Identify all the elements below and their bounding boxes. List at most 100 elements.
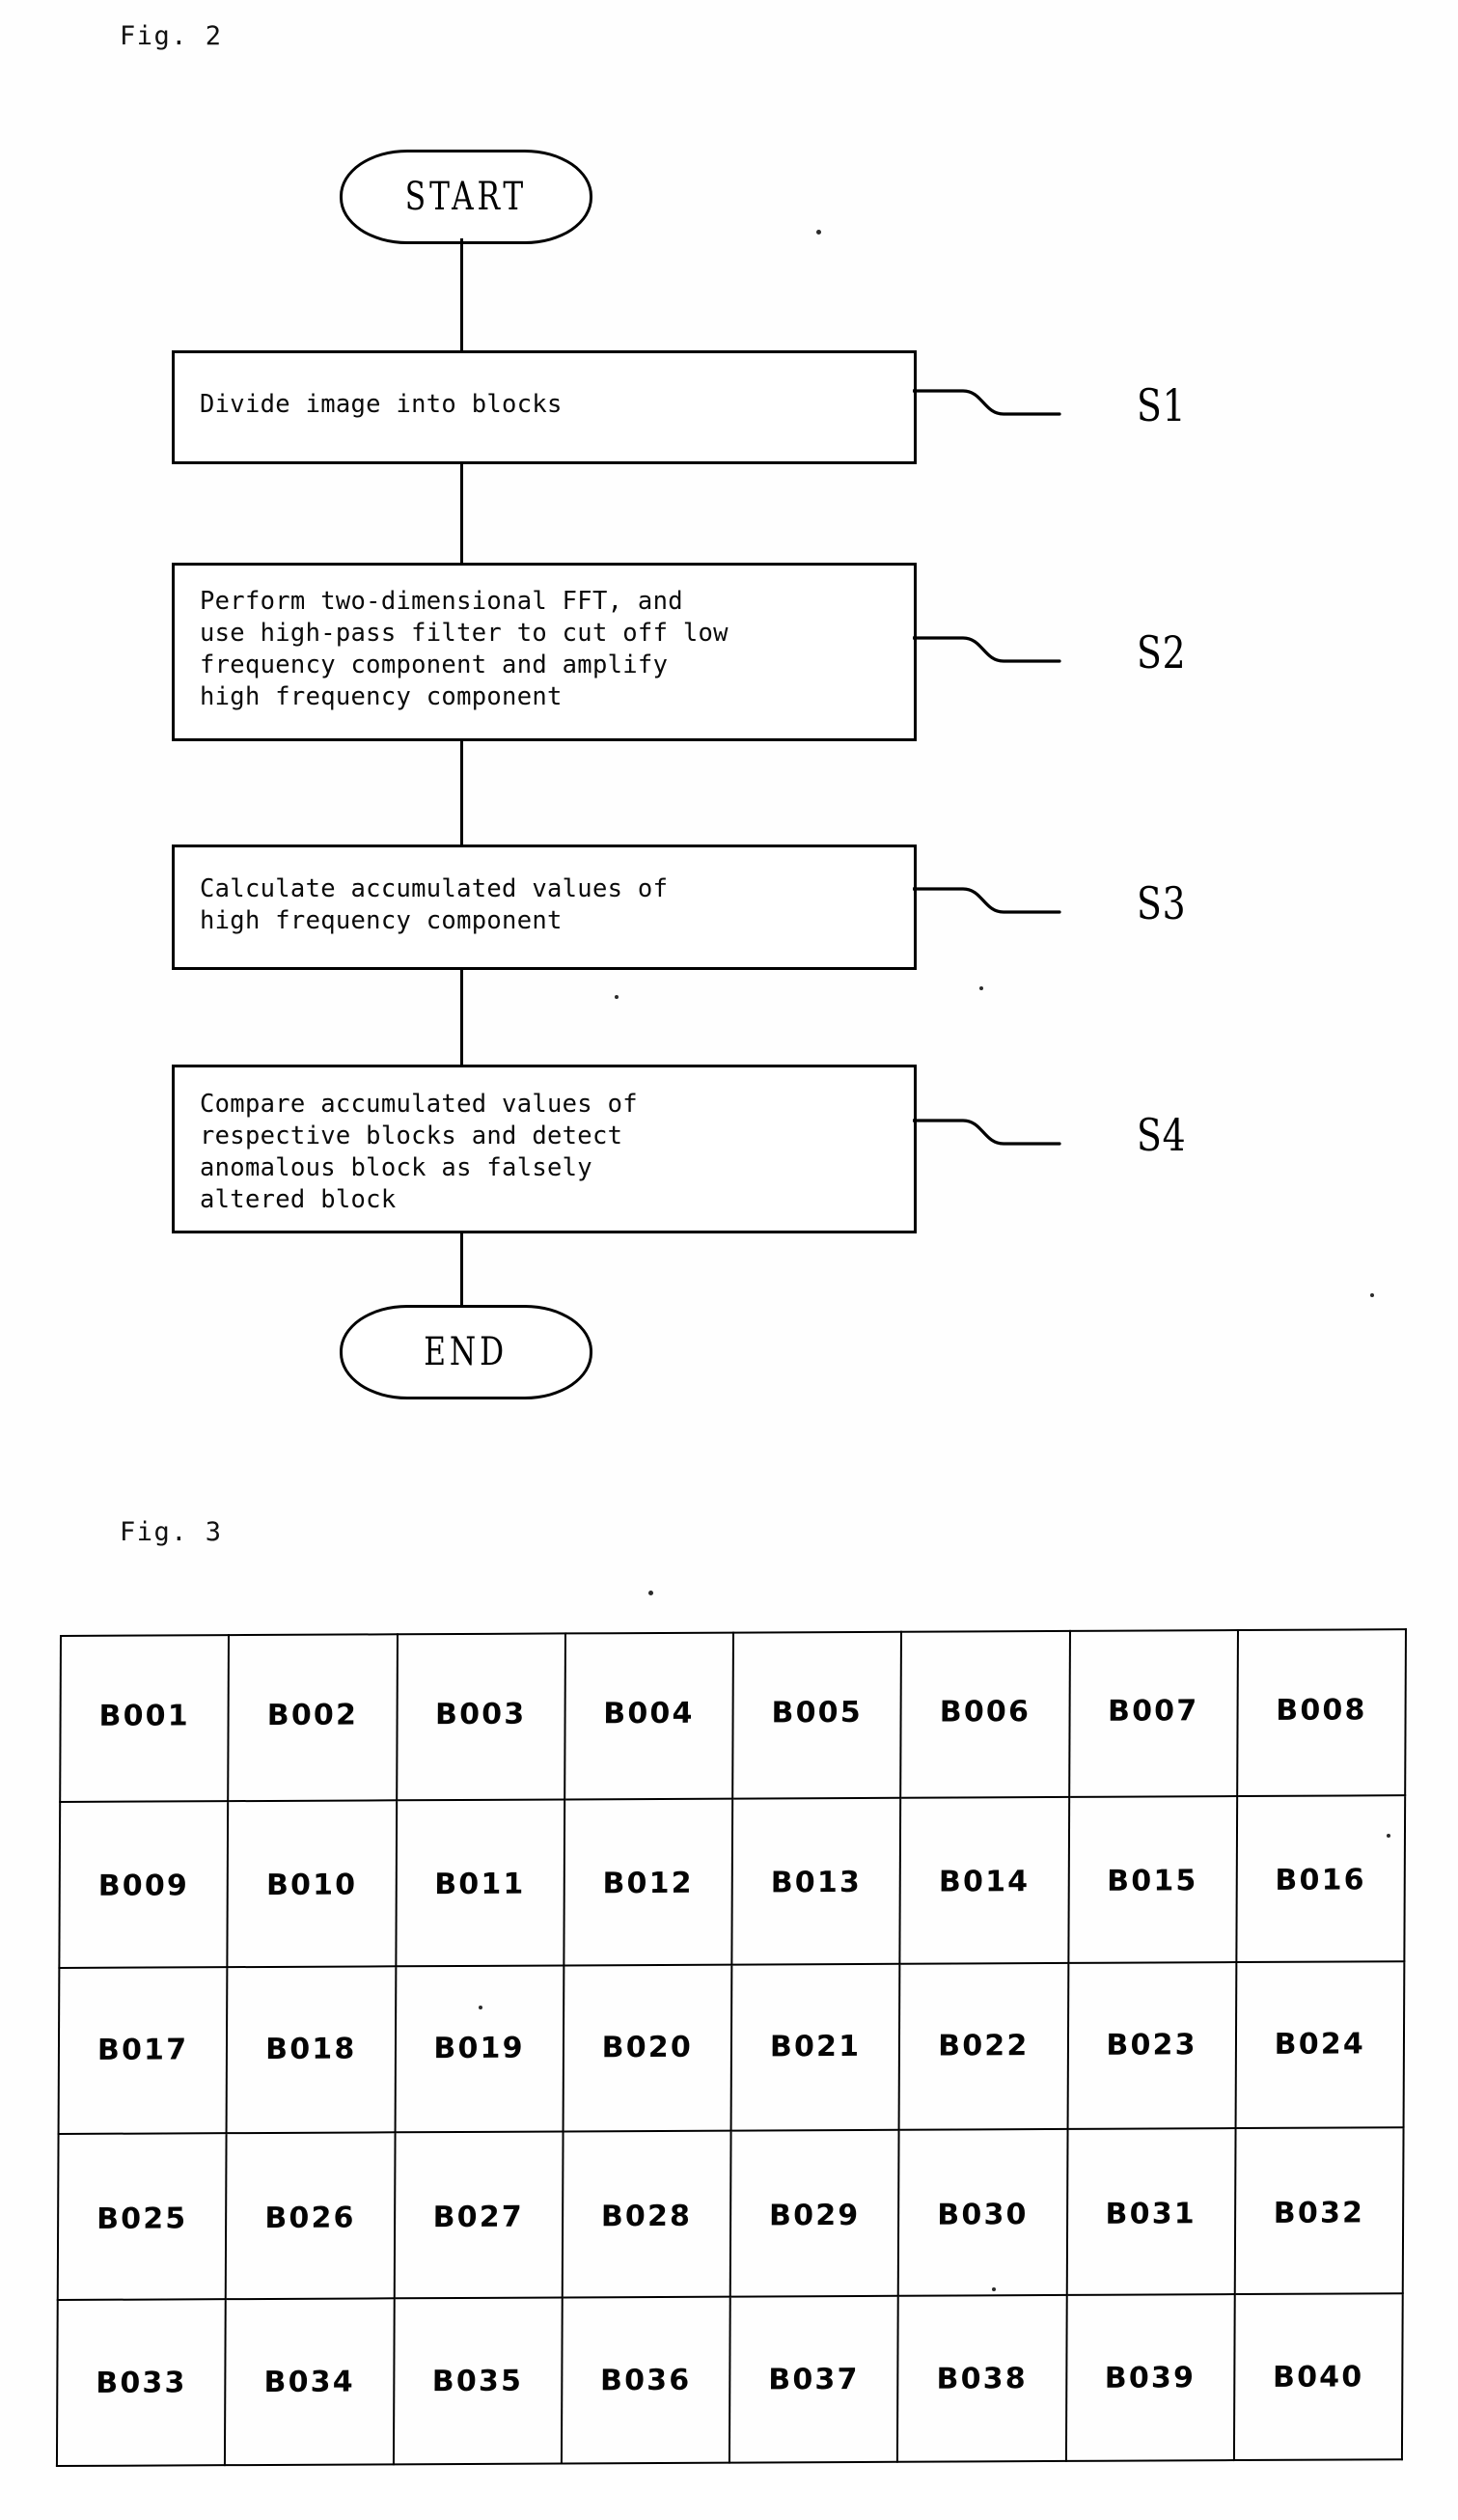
block-cell: B009 [59,1801,229,1969]
block-cell-label: B028 [600,2199,693,2233]
block-cell: B029 [729,2129,899,2297]
block-cell-label: B031 [1105,2196,1197,2231]
block-cell-label: B019 [433,2031,525,2065]
block-cell-label: B015 [1107,1863,1198,1898]
block-cell-label: B009 [97,1868,190,1903]
process-box-s1: Divide image into blocks [172,350,917,464]
leader-line-s4 [913,1115,1087,1159]
block-cell-label: B020 [601,2030,694,2064]
block-cell: B013 [731,1797,901,1965]
block-grid-row: B017 B018 B019 B020 B021 B022 B023 B024 [58,1961,1405,2135]
block-cell: B039 [1065,2294,1235,2461]
block-grid-row: B033 B034 B035 B036 B037 B038 B039 B040 [56,2293,1403,2467]
block-cell: B001 [60,1635,230,1803]
block-cell: B006 [900,1630,1070,1798]
connector-s2-to-s3 [460,741,463,845]
block-cell: B024 [1235,1961,1405,2129]
block-cell-label: B018 [265,2032,357,2066]
block-cell: B028 [562,2130,731,2298]
block-cell: B033 [56,2299,227,2467]
connector-start-to-s1 [460,238,463,350]
block-cell-label: B005 [771,1695,863,1730]
block-cell: B020 [563,1964,732,2132]
start-terminator-label: START [404,175,528,219]
step-label-s1: S1 [1137,379,1187,431]
block-cell: B008 [1236,1629,1406,1797]
block-cell-label: B002 [266,1697,359,1732]
block-cell-label: B010 [265,1867,358,1902]
block-cell: B015 [1067,1796,1237,1963]
block-cell: B004 [564,1632,733,1800]
block-cell-label: B036 [599,2363,692,2397]
block-grid-row: B009 B010 B011 B012 B013 B014 B015 B016 [59,1795,1406,1969]
block-cell-label: B008 [1276,1692,1367,1728]
leader-line-s1 [913,385,1087,429]
step-label-s4: S4 [1137,1109,1187,1161]
figure-2-caption: Fig. 2 [120,21,223,51]
block-grid: B001 B002 B003 B004 B005 B006 B007 B008 … [56,1628,1407,2467]
scan-speck [648,1591,653,1595]
scan-speck [615,995,619,999]
block-cell: B021 [730,1963,900,2131]
block-cell-label: B037 [768,2362,860,2396]
block-cell-label: B033 [96,2365,187,2400]
connector-s3-to-s4 [460,970,463,1065]
block-grid-table: B001 B002 B003 B004 B005 B006 B007 B008 … [56,1628,1407,2467]
block-cell: B031 [1066,2128,1236,2295]
block-cell-label: B011 [434,1867,526,1901]
block-cell: B023 [1067,1962,1237,2129]
block-cell: B027 [394,2131,564,2299]
process-box-s4: Compare accumulated values of respective… [172,1065,917,1233]
leader-line-s3 [913,883,1087,928]
block-cell: B005 [732,1631,902,1799]
block-cell-label: B039 [1104,2360,1197,2395]
connector-s4-to-end [460,1233,463,1305]
block-cell-label: B027 [432,2200,524,2234]
scan-speck [816,230,821,235]
block-cell: B022 [898,1962,1068,2130]
block-cell: B034 [225,2298,395,2466]
block-cell: B012 [564,1798,733,1966]
block-cell: B025 [57,2133,227,2301]
block-cell: B035 [393,2297,563,2465]
block-cell-label: B035 [431,2364,524,2398]
block-cell-label: B003 [434,1697,527,1731]
block-cell: B032 [1234,2127,1404,2295]
step-label-s2: S2 [1137,626,1187,678]
block-cell: B011 [395,1799,564,1967]
patent-figure-sheet: Fig. 2 START Divide image into blocks S1… [0,0,1458,2520]
block-cell-label: B016 [1275,1862,1366,1897]
block-cell: B040 [1233,2293,1403,2461]
block-cell-label: B032 [1273,2195,1365,2230]
block-cell-label: B004 [603,1696,695,1731]
block-cell-label: B023 [1106,2027,1197,2063]
block-cell-label: B034 [263,2365,355,2399]
block-cell: B038 [897,2294,1067,2462]
block-cell: B016 [1236,1795,1406,1963]
block-cell-label: B013 [770,1865,863,1899]
process-box-s3-text: Calculate accumulated values of high fre… [200,874,669,935]
block-cell: B026 [226,2132,396,2300]
block-cell: B010 [227,1800,397,1968]
process-box-s4-text: Compare accumulated values of respective… [200,1090,638,1214]
block-cell-label: B017 [96,2032,189,2067]
block-cell-label: B006 [939,1694,1032,1730]
block-cell-label: B007 [1107,1693,1199,1729]
block-cell-label: B014 [938,1864,1031,1899]
block-grid-row: B025 B026 B027 B028 B029 B030 B031 B032 [57,2127,1404,2301]
block-cell-label: B038 [936,2361,1028,2396]
step-label-s3: S3 [1137,877,1187,929]
block-cell-label: B040 [1272,2359,1364,2395]
scan-speck [979,986,983,990]
process-box-s2: Perform two-dimensional FFT, and use hig… [172,563,917,741]
flowchart-start-terminator: START [340,150,592,244]
process-box-s1-text: Divide image into blocks [200,390,563,419]
block-cell-label: B012 [602,1866,694,1900]
block-cell: B036 [561,2296,730,2464]
block-grid-row: B001 B002 B003 B004 B005 B006 B007 B008 [60,1629,1406,1803]
block-cell: B018 [226,1966,396,2134]
block-cell: B003 [396,1633,565,1801]
scan-speck [1370,1293,1374,1297]
block-cell-label: B030 [937,2197,1029,2232]
block-cell: B002 [228,1634,398,1802]
